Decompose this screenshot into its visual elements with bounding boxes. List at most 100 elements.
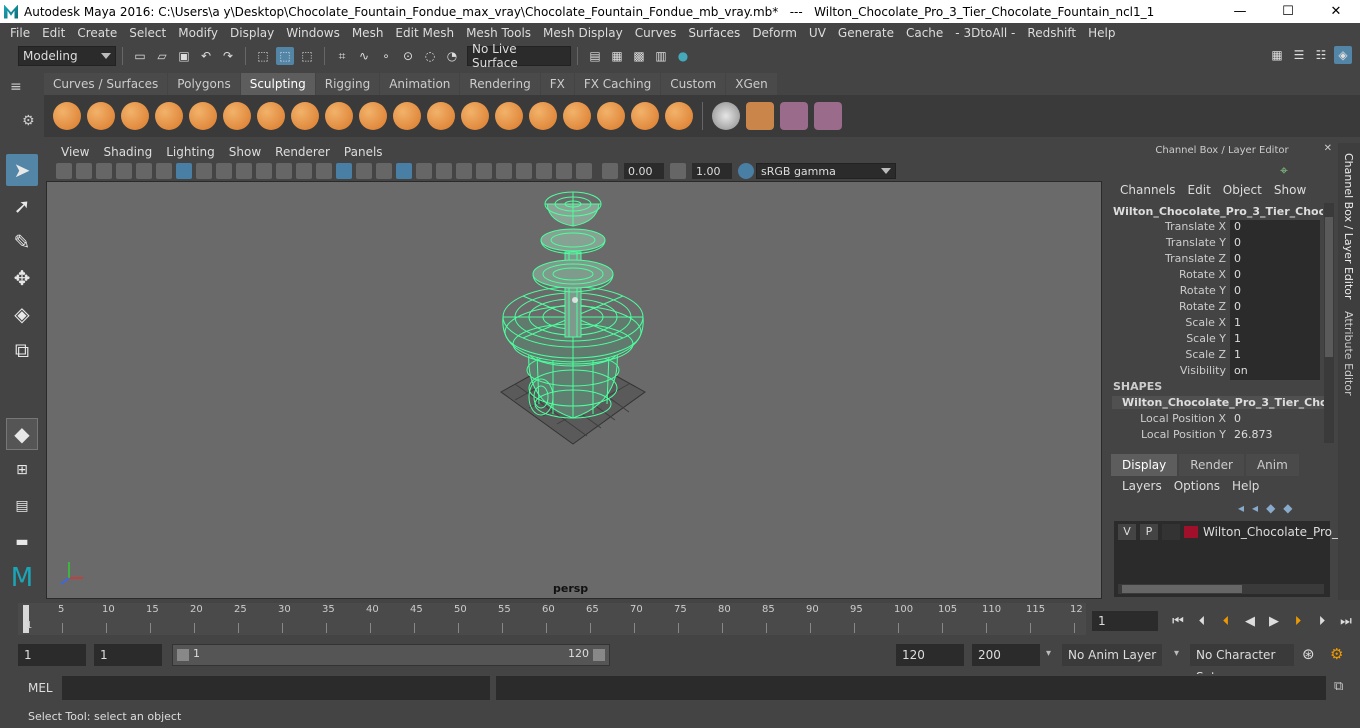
menu-mesh-display[interactable]: Mesh Display bbox=[537, 26, 629, 40]
shelf-tab-xgen[interactable]: XGen bbox=[726, 73, 777, 95]
panel-layout-icon[interactable]: ▬ bbox=[6, 526, 38, 558]
isolate-select-icon[interactable] bbox=[516, 163, 532, 179]
select-component-icon[interactable]: ⬚ bbox=[298, 47, 316, 65]
attribute-editor-icon[interactable]: ☰ bbox=[1290, 46, 1308, 64]
camera-select-icon[interactable] bbox=[56, 163, 72, 179]
range-end-handle[interactable] bbox=[593, 649, 605, 661]
rotate-y-field[interactable]: 0 bbox=[1230, 284, 1320, 300]
bulge-tool-icon[interactable] bbox=[563, 102, 591, 130]
translate-z-field[interactable]: 0 bbox=[1230, 252, 1320, 268]
panel-close-icon[interactable]: ✕ bbox=[1324, 143, 1332, 154]
playback-end-field[interactable]: 120 bbox=[896, 644, 964, 666]
image-plane-icon[interactable] bbox=[116, 163, 132, 179]
menu-surfaces[interactable]: Surfaces bbox=[682, 26, 746, 40]
spray-tool-icon[interactable] bbox=[291, 102, 319, 130]
gate-mask-icon[interactable] bbox=[236, 163, 252, 179]
lasso-tool-icon[interactable]: ➚ bbox=[6, 190, 38, 222]
layer-visibility-toggle[interactable]: V bbox=[1118, 524, 1136, 540]
exposure-field[interactable]: 0.00 bbox=[624, 163, 664, 179]
menu-uv[interactable]: UV bbox=[803, 26, 832, 40]
playback-start-field[interactable]: 1 bbox=[94, 644, 162, 666]
shape-node-name[interactable]: Wilton_Chocolate_Pro_3_Tier_Choco... bbox=[1112, 396, 1324, 409]
tab-display[interactable]: Display bbox=[1111, 454, 1178, 476]
channel-box-scrollbar[interactable] bbox=[1324, 203, 1334, 443]
save-scene-icon[interactable]: ▣ bbox=[175, 47, 193, 65]
menu-select[interactable]: Select bbox=[123, 26, 172, 40]
menu-modify[interactable]: Modify bbox=[172, 26, 224, 40]
viewport-menu-lighting[interactable]: Lighting bbox=[159, 145, 222, 159]
animation-preferences-icon[interactable]: ⚙ bbox=[1330, 645, 1343, 663]
blend-shape-icon[interactable] bbox=[746, 102, 774, 130]
bookmark-icon[interactable] bbox=[96, 163, 112, 179]
knife-tool-icon[interactable] bbox=[495, 102, 523, 130]
amplify-tool-icon[interactable] bbox=[597, 102, 625, 130]
local-position-y-field[interactable]: 26.873 bbox=[1230, 428, 1320, 444]
anim-layer-dropdown-icon[interactable]: ▾ bbox=[1046, 648, 1051, 659]
visibility-field[interactable]: on bbox=[1230, 364, 1320, 380]
flatten-tool-icon[interactable] bbox=[223, 102, 251, 130]
scrollbar-thumb[interactable] bbox=[1325, 217, 1333, 357]
shelf-settings-icon[interactable]: ⚙ bbox=[22, 113, 35, 129]
perspective-viewport[interactable]: persp bbox=[46, 181, 1102, 599]
go-to-start-icon[interactable]: ⏮ bbox=[1169, 612, 1187, 630]
undo-icon[interactable]: ↶ bbox=[197, 47, 215, 65]
anti-aliasing-icon[interactable] bbox=[476, 163, 492, 179]
wax-tool-icon[interactable] bbox=[393, 102, 421, 130]
menu-create[interactable]: Create bbox=[71, 26, 123, 40]
shelf-tab-curves-surfaces[interactable]: Curves / Surfaces bbox=[44, 73, 168, 95]
four-view-layout-icon[interactable]: ⊞ bbox=[6, 454, 38, 486]
render-view-icon[interactable]: ▥ bbox=[652, 47, 670, 65]
xray-icon[interactable] bbox=[536, 163, 552, 179]
range-slider[interactable]: 1 120 bbox=[172, 644, 610, 666]
shelf-tab-rigging[interactable]: Rigging bbox=[315, 73, 380, 95]
imprint-tool-icon[interactable] bbox=[359, 102, 387, 130]
menu-generate[interactable]: Generate bbox=[832, 26, 900, 40]
viewport-menu-show[interactable]: Show bbox=[222, 145, 268, 159]
menu-mesh-tools[interactable]: Mesh Tools bbox=[460, 26, 537, 40]
menu-cache[interactable]: Cache bbox=[900, 26, 949, 40]
render-frame-icon[interactable]: ▦ bbox=[608, 47, 626, 65]
time-slider[interactable]: 5 10 15 20 25 30 35 40 45 50 55 60 65 70 75 80 85 90 95 100… bbox=[18, 603, 1086, 635]
play-backwards-icon[interactable]: ◀ bbox=[1241, 612, 1259, 630]
rotate-z-field[interactable]: 0 bbox=[1230, 300, 1320, 316]
menu-display[interactable]: Display bbox=[224, 26, 280, 40]
side-tab-attribute-editor[interactable]: Attribute Editor bbox=[1342, 311, 1355, 396]
play-forwards-icon[interactable]: ▶ bbox=[1265, 612, 1283, 630]
film-gate-icon[interactable] bbox=[196, 163, 212, 179]
snap-grid-icon[interactable]: ⌗ bbox=[333, 47, 351, 65]
layer-color-swatch[interactable] bbox=[1184, 526, 1198, 538]
shelf-tab-animation[interactable]: Animation bbox=[380, 73, 460, 95]
rotate-x-field[interactable]: 0 bbox=[1230, 268, 1320, 284]
sculpt-tool-icon[interactable] bbox=[53, 102, 81, 130]
shelf-tab-custom[interactable]: Custom bbox=[661, 73, 726, 95]
convert-to-frozen-icon[interactable] bbox=[665, 102, 693, 130]
char-set-dropdown-icon[interactable]: ▾ bbox=[1174, 648, 1179, 659]
field-chart-icon[interactable] bbox=[256, 163, 272, 179]
viewport-menu-renderer[interactable]: Renderer bbox=[268, 145, 337, 159]
two-d-pan-icon[interactable] bbox=[136, 163, 152, 179]
step-forward-key-icon[interactable]: ⏵ bbox=[1289, 612, 1307, 630]
move-layer-down-icon[interactable]: ◂ bbox=[1252, 501, 1258, 515]
scale-z-field[interactable]: 1 bbox=[1230, 348, 1320, 364]
step-back-frame-icon[interactable]: ⏴ bbox=[1193, 612, 1211, 630]
color-space-dropdown[interactable]: sRGB gamma bbox=[756, 163, 896, 179]
selected-object-name[interactable]: Wilton_Chocolate_Pro_3_Tier_Chocola... bbox=[1113, 205, 1323, 218]
step-forward-frame-icon[interactable]: ⏵ bbox=[1313, 612, 1331, 630]
snap-view-icon[interactable]: ⊙ bbox=[399, 47, 417, 65]
safe-action-icon[interactable] bbox=[276, 163, 292, 179]
mode-dropdown[interactable]: Modeling bbox=[18, 46, 116, 66]
layer-scroll-thumb[interactable] bbox=[1122, 585, 1242, 593]
layer-name[interactable]: Wilton_Chocolate_Pro_3_ bbox=[1203, 525, 1352, 539]
depth-of-field-icon[interactable] bbox=[496, 163, 512, 179]
live-surface-field[interactable]: No Live Surface bbox=[467, 42, 571, 70]
animation-start-field[interactable]: 1 bbox=[18, 644, 86, 666]
foamy-tool-icon[interactable] bbox=[257, 102, 285, 130]
layer-help-menu[interactable]: Help bbox=[1226, 479, 1265, 493]
mesh-freeze-icon[interactable] bbox=[712, 102, 740, 130]
go-to-end-icon[interactable]: ⏭ bbox=[1337, 612, 1355, 630]
gamma-icon[interactable] bbox=[670, 163, 686, 179]
shelf-tab-sculpting[interactable]: Sculpting bbox=[240, 73, 315, 95]
smooth-tool-icon[interactable] bbox=[87, 102, 115, 130]
shelf-tab-polygons[interactable]: Polygons bbox=[168, 73, 240, 95]
sculpt-geometry-icon[interactable] bbox=[780, 102, 808, 130]
